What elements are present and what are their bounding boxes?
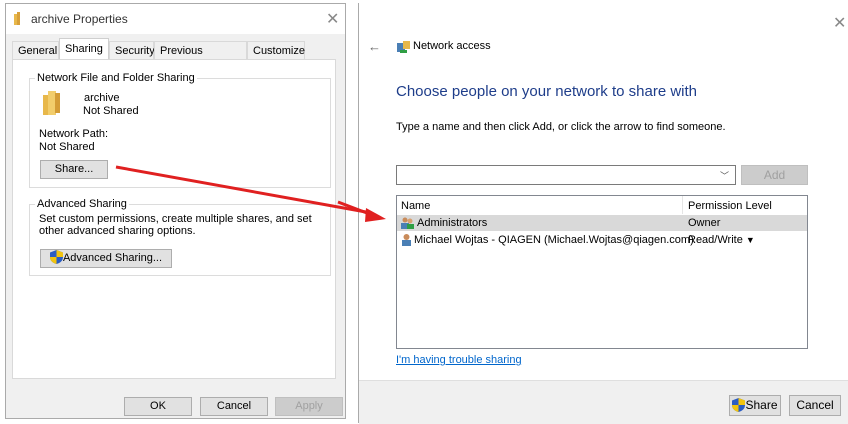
page-heading: Choose people on your network to share w… <box>396 83 698 100</box>
dialog-title: Network access <box>413 40 491 52</box>
cancel-button[interactable]: Cancel <box>789 395 841 416</box>
permission-dropdown[interactable]: Read/Write ▼ <box>688 232 755 248</box>
network-path-label: Network Path: <box>39 128 109 140</box>
ok-label: OK <box>150 400 166 412</box>
tab-general[interactable]: General <box>12 41 59 59</box>
tab-previous-versions[interactable]: Previous Versions <box>154 41 247 75</box>
dialog-footer: Share Cancel <box>359 380 848 424</box>
network-sharing-legend: Network File and Folder Sharing <box>35 72 197 84</box>
uac-shield-icon <box>732 398 746 412</box>
network-access-dialog: ✕ ← Network access Choose people on your… <box>358 3 848 424</box>
advanced-sharing-description: Set custom permissions, create multiple … <box>39 213 312 237</box>
caret-down-icon: ▼ <box>745 235 755 245</box>
column-header-name[interactable]: Name <box>401 200 430 212</box>
folder-icon <box>14 12 20 25</box>
network-path-value: Not Shared <box>39 141 95 153</box>
advanced-sharing-button-label: Advanced Sharing... <box>62 252 163 264</box>
tab-security[interactable]: Security <box>109 41 155 59</box>
list-item[interactable]: Michael Wojtas - QIAGEN (Michael.Wojtas@… <box>397 232 807 248</box>
folder-status: Not Shared <box>83 105 139 117</box>
add-button[interactable]: Add <box>741 165 808 185</box>
share-label: Share <box>745 398 778 412</box>
cancel-label: Cancel <box>796 398 834 412</box>
tab-label: Sharing <box>65 43 103 55</box>
trouble-sharing-link[interactable]: I'm having trouble sharing <box>396 354 522 366</box>
instruction-text: Type a name and then click Add, or click… <box>396 121 726 133</box>
list-item[interactable]: Administrators Owner <box>397 215 807 231</box>
close-icon[interactable]: ✕ <box>326 9 339 29</box>
list-item-name: Administrators <box>417 217 488 229</box>
apply-label: Apply <box>295 400 323 412</box>
group-icon <box>401 217 414 229</box>
tab-label: Security <box>115 45 155 57</box>
share-button[interactable]: Share... <box>40 160 108 179</box>
properties-dialog: archive Properties ✕ General Sharing Sec… <box>5 3 346 419</box>
sharing-tab-page: Network File and Folder Sharing archive … <box>12 59 336 379</box>
advanced-sharing-legend: Advanced Sharing <box>35 198 129 210</box>
folder-icon <box>43 91 60 115</box>
folder-name: archive <box>84 92 120 104</box>
tab-customize[interactable]: Customize <box>247 41 305 59</box>
name-combo-input[interactable]: ﹀ <box>396 165 736 185</box>
list-item-name: Michael Wojtas - QIAGEN (Michael.Wojtas@… <box>414 234 694 246</box>
share-button[interactable]: Share <box>729 395 781 416</box>
list-item-permission: Read/Write <box>688 234 743 246</box>
list-item-permission: Owner <box>688 217 721 229</box>
share-list: Name Permission Level Administrators Own… <box>396 195 808 349</box>
cancel-button[interactable]: Cancel <box>200 397 268 416</box>
close-icon[interactable]: ✕ <box>833 13 846 33</box>
chevron-down-icon[interactable]: ﹀ <box>720 169 729 182</box>
ok-button[interactable]: OK <box>124 397 192 416</box>
column-divider <box>682 196 683 214</box>
apply-button[interactable]: Apply <box>275 397 343 416</box>
network-access-icon <box>397 41 410 53</box>
cancel-label: Cancel <box>216 400 252 412</box>
user-icon <box>402 234 411 246</box>
add-label: Add <box>763 168 786 182</box>
tab-label: General <box>18 45 58 57</box>
tab-label: Customize <box>253 45 305 57</box>
advanced-sharing-button[interactable]: Advanced Sharing... <box>40 249 172 268</box>
share-button-label: Share... <box>54 163 94 175</box>
title-bar: archive Properties ✕ <box>6 4 345 34</box>
column-header-permission[interactable]: Permission Level <box>688 200 772 212</box>
tab-sharing[interactable]: Sharing <box>59 38 109 60</box>
uac-shield-icon <box>49 250 63 264</box>
dialog-title: archive Properties <box>31 12 128 26</box>
back-arrow-icon[interactable]: ← <box>368 39 381 54</box>
